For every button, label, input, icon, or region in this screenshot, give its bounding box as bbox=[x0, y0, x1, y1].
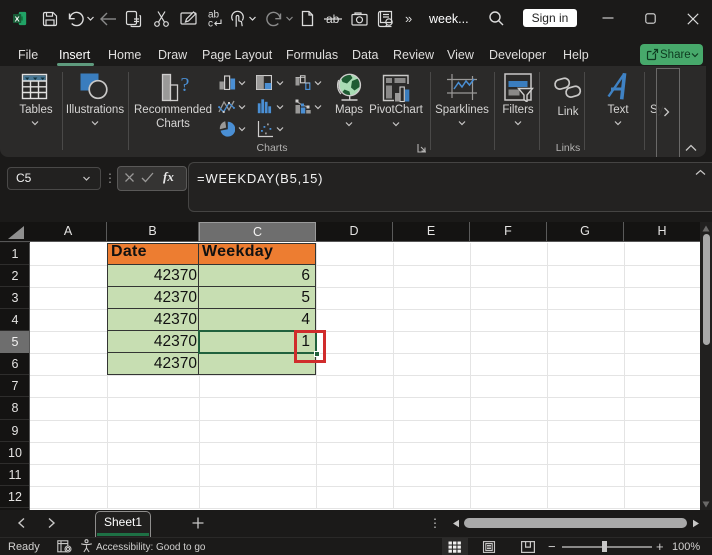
svg-text:X: X bbox=[15, 14, 20, 23]
svg-text:?: ? bbox=[181, 74, 190, 96]
svg-text:c: c bbox=[208, 19, 213, 29]
